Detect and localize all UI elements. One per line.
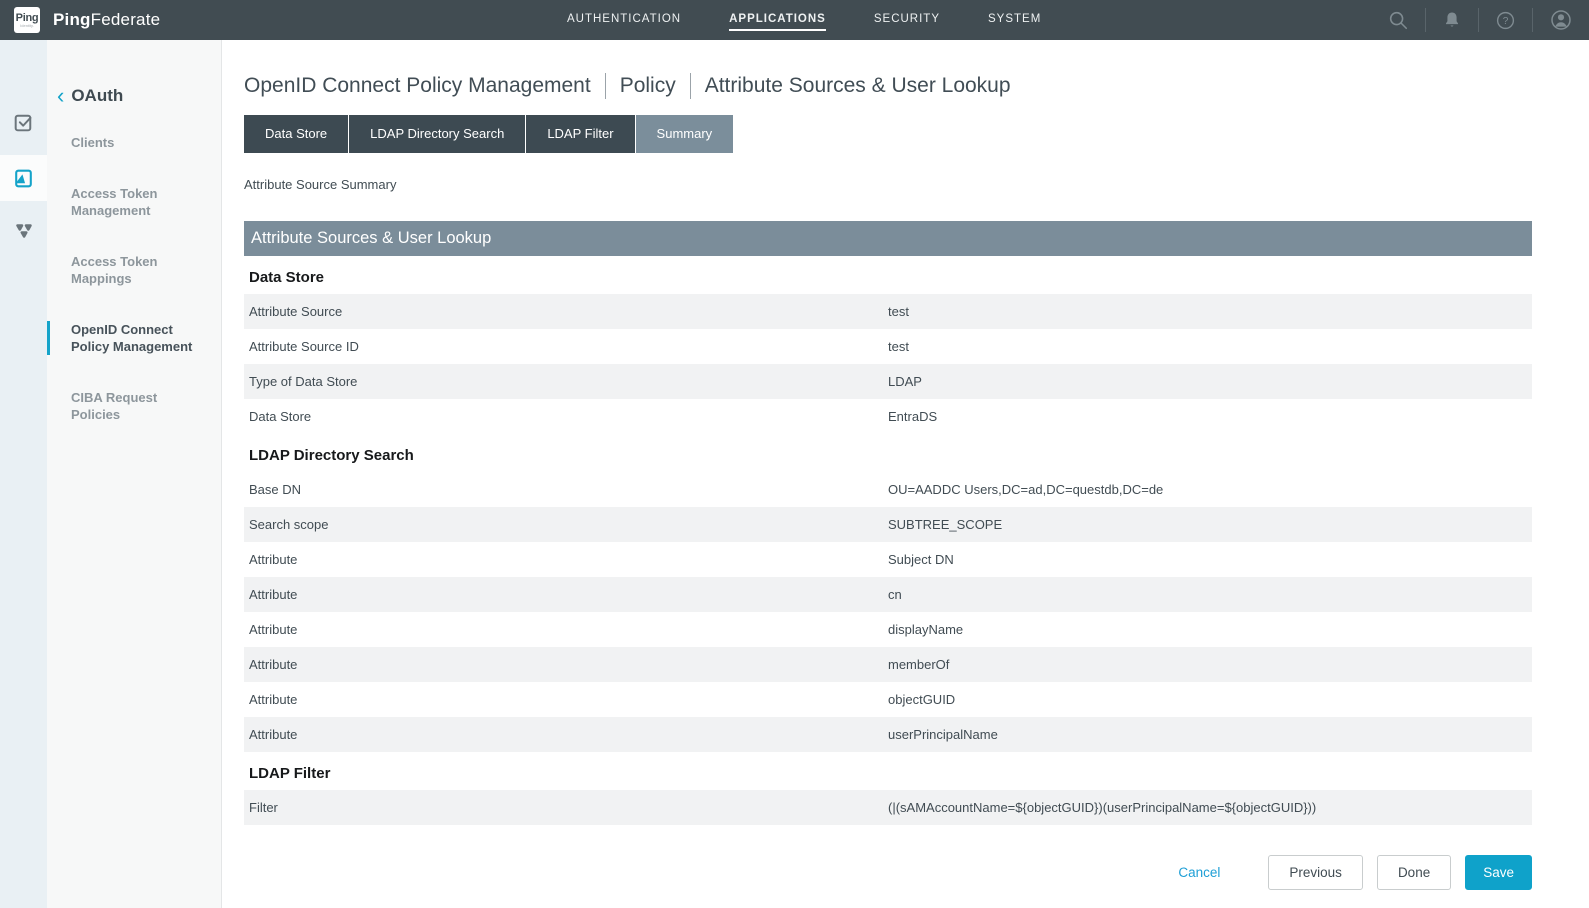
bell-icon[interactable] — [1426, 10, 1478, 30]
row-value: test — [888, 304, 1532, 319]
sidebar-back-label: OAuth — [71, 86, 123, 106]
table-row: AttributeSubject DN — [244, 542, 1532, 577]
row-value: LDAP — [888, 374, 1532, 389]
check-square-icon[interactable] — [0, 99, 47, 145]
row-value: EntraDS — [888, 409, 1532, 424]
tab-summary[interactable]: Summary — [636, 115, 734, 153]
title-divider — [690, 73, 691, 99]
tab-ldap-directory-search[interactable]: LDAP Directory Search — [349, 115, 525, 153]
nav-applications[interactable]: APPLICATIONS — [729, 0, 826, 40]
row-label: Type of Data Store — [244, 374, 888, 389]
row-value: cn — [888, 587, 1532, 602]
row-label: Attribute — [244, 692, 888, 707]
footer-actions: Cancel Previous Done Save — [244, 855, 1532, 890]
table-row: Search scopeSUBTREE_SCOPE — [244, 507, 1532, 542]
search-icon[interactable] — [1371, 9, 1425, 31]
row-label: Attribute — [244, 657, 888, 672]
table-row: Attribute Source IDtest — [244, 329, 1532, 364]
row-label: Attribute Source — [244, 304, 888, 319]
table-row: Base DNOU=AADDC Users,DC=ad,DC=questdb,D… — [244, 472, 1532, 507]
topbar-icons: ? — [1371, 0, 1589, 40]
sidebar-item-openid-connect-policy-management[interactable]: OpenID Connect Policy Management — [47, 321, 221, 355]
save-button[interactable]: Save — [1465, 855, 1532, 890]
row-label: Base DN — [244, 482, 888, 497]
tab-ldap-filter[interactable]: LDAP Filter — [526, 115, 634, 153]
icon-rail — [0, 40, 47, 908]
product-name-bold: Ping — [53, 10, 91, 29]
breadcrumb-part-1: OpenID Connect Policy Management — [244, 74, 591, 98]
page-body: ‹ OAuth Clients Access Token Management … — [0, 40, 1589, 908]
nav-system[interactable]: SYSTEM — [988, 0, 1041, 40]
ping-logo-subtext: Identity. — [20, 24, 34, 28]
row-label: Attribute — [244, 587, 888, 602]
done-button[interactable]: Done — [1377, 855, 1451, 890]
row-label: Search scope — [244, 517, 888, 532]
row-value: SUBTREE_SCOPE — [888, 517, 1532, 532]
row-value: test — [888, 339, 1532, 354]
table-row: Attributecn — [244, 577, 1532, 612]
paws-icon[interactable] — [0, 207, 47, 253]
summary-banner: Attribute Sources & User Lookup — [244, 221, 1532, 256]
ping-logo: Ping Identity. — [14, 7, 40, 33]
svg-text:?: ? — [1503, 16, 1509, 27]
breadcrumb-part-3: Attribute Sources & User Lookup — [705, 74, 1011, 98]
attribute-source-summary-label: Attribute Source Summary — [244, 177, 1532, 192]
section-heading: Data Store — [249, 269, 1532, 286]
page-title: OpenID Connect Policy Management Policy … — [244, 73, 1532, 99]
top-bar: Ping Identity. PingFederate AUTHENTICATI… — [0, 0, 1589, 40]
row-value: (|(sAMAccountName=${objectGUID})(userPri… — [888, 800, 1532, 815]
sidebar-item-access-token-management[interactable]: Access Token Management — [47, 185, 221, 219]
row-label: Attribute — [244, 552, 888, 567]
row-value: Subject DN — [888, 552, 1532, 567]
chevron-left-icon: ‹ — [57, 88, 64, 104]
sidebar-item-access-token-mappings[interactable]: Access Token Mappings — [47, 253, 221, 287]
title-divider — [605, 73, 606, 99]
row-value: memberOf — [888, 657, 1532, 672]
wizard-steps: Data Store LDAP Directory Search LDAP Fi… — [244, 115, 1532, 153]
table-row: Filter(|(sAMAccountName=${objectGUID})(u… — [244, 790, 1532, 825]
sidebar-back-oauth[interactable]: ‹ OAuth — [47, 86, 221, 106]
section-heading: LDAP Filter — [249, 765, 1532, 782]
nav-authentication[interactable]: AUTHENTICATION — [567, 0, 681, 40]
top-nav: AUTHENTICATION APPLICATIONS SECURITY SYS… — [567, 0, 1041, 40]
row-label: Attribute Source ID — [244, 339, 888, 354]
ping-logo-text: Ping — [16, 13, 39, 24]
flag-square-icon[interactable] — [0, 155, 47, 201]
row-label: Filter — [244, 800, 888, 815]
row-label: Attribute — [244, 727, 888, 742]
breadcrumb-part-2: Policy — [620, 74, 676, 98]
row-label: Attribute — [244, 622, 888, 637]
table-row: AttributememberOf — [244, 647, 1532, 682]
product-name: PingFederate — [53, 10, 160, 30]
nav-security[interactable]: SECURITY — [874, 0, 940, 40]
main-content: OpenID Connect Policy Management Policy … — [222, 40, 1589, 908]
table-row: Attribute Sourcetest — [244, 294, 1532, 329]
sidebar-item-clients[interactable]: Clients — [47, 134, 221, 151]
row-value: userPrincipalName — [888, 727, 1532, 742]
section-heading: LDAP Directory Search — [249, 447, 1532, 464]
help-icon[interactable]: ? — [1479, 10, 1532, 31]
table-row: AttributeuserPrincipalName — [244, 717, 1532, 752]
table-row: Type of Data StoreLDAP — [244, 364, 1532, 399]
tab-data-store[interactable]: Data Store — [244, 115, 348, 153]
sidebar: ‹ OAuth Clients Access Token Management … — [47, 40, 222, 908]
table-row: Data StoreEntraDS — [244, 399, 1532, 434]
row-value: displayName — [888, 622, 1532, 637]
cancel-button[interactable]: Cancel — [1178, 865, 1220, 880]
row-value: objectGUID — [888, 692, 1532, 707]
previous-button[interactable]: Previous — [1268, 855, 1363, 890]
table-row: AttributedisplayName — [244, 612, 1532, 647]
row-label: Data Store — [244, 409, 888, 424]
row-value: OU=AADDC Users,DC=ad,DC=questdb,DC=de — [888, 482, 1532, 497]
sidebar-item-ciba-request-policies[interactable]: CIBA Request Policies — [47, 389, 221, 423]
account-icon[interactable] — [1533, 8, 1589, 32]
summary-table: Data StoreAttribute SourcetestAttribute … — [244, 269, 1532, 825]
table-row: AttributeobjectGUID — [244, 682, 1532, 717]
product-name-rest: Federate — [91, 10, 161, 29]
